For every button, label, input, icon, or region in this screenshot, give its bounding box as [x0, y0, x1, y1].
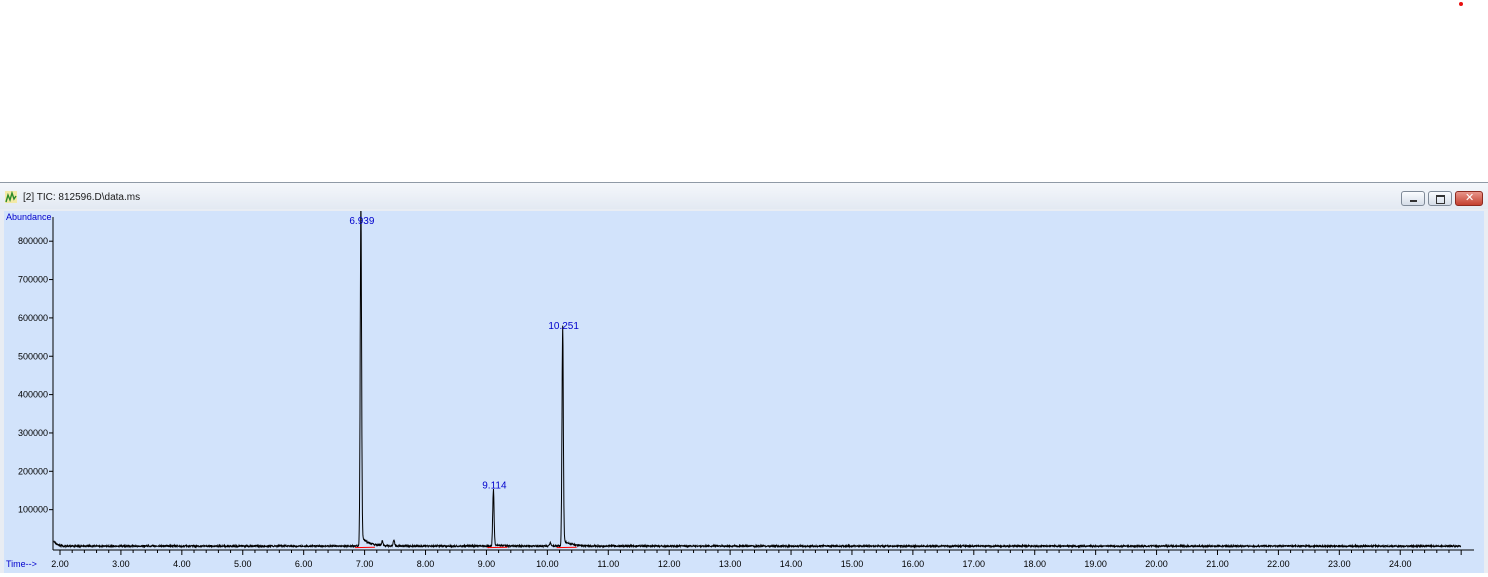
minimize-icon — [1410, 200, 1417, 202]
x-tick-label: 6.00 — [295, 559, 313, 569]
y-tick-label: 800000 — [18, 236, 48, 246]
x-tick-label: 2.00 — [51, 559, 69, 569]
peak-label: 10.251 — [548, 321, 579, 332]
y-tick-label: 400000 — [18, 390, 48, 400]
x-tick-label: 10.00 — [536, 559, 559, 569]
plot-area[interactable]: Abundance Time--> 100000 200000 300000 400000… — [4, 211, 1484, 573]
x-tick-label: 13.00 — [719, 559, 742, 569]
peak-label: 6.939 — [349, 216, 374, 227]
x-tick-label: 8.00 — [417, 559, 435, 569]
y-axis-label: Abundance — [6, 212, 52, 222]
close-icon: ✕ — [1465, 191, 1474, 204]
x-tick-label: 4.00 — [173, 559, 191, 569]
x-tick-label: 14.00 — [780, 559, 803, 569]
chromatogram-window: [2] TIC: 812596.D\data.ms ✕ Abundance Tim… — [0, 182, 1488, 573]
x-tick-label: 20.00 — [1145, 559, 1168, 569]
x-tick-label: 9.00 — [478, 559, 496, 569]
x-tick-label: 22.00 — [1267, 559, 1290, 569]
x-tick-label: 15.00 — [841, 559, 864, 569]
x-tick-label: 23.00 — [1328, 559, 1351, 569]
x-tick-label: 19.00 — [1084, 559, 1107, 569]
x-tick-label: 21.00 — [1206, 559, 1229, 569]
x-tick-label: 7.00 — [356, 559, 374, 569]
y-tick-label: 600000 — [18, 313, 48, 323]
red-dot-marker — [1459, 2, 1463, 6]
x-tick-label: 18.00 — [1023, 559, 1046, 569]
x-tick-label: 16.00 — [902, 559, 925, 569]
minimize-button[interactable] — [1401, 191, 1425, 206]
x-tick-label: 17.00 — [963, 559, 986, 569]
y-tick-label: 300000 — [18, 428, 48, 438]
peak-label: 9.114 — [482, 480, 507, 491]
y-tick-label: 700000 — [18, 275, 48, 285]
y-tick-label: 200000 — [18, 466, 48, 476]
x-tick-label: 12.00 — [658, 559, 681, 569]
x-tick-label: 5.00 — [234, 559, 252, 569]
close-button[interactable]: ✕ — [1455, 191, 1483, 206]
y-tick-label: 100000 — [18, 505, 48, 515]
chromatogram-app-icon — [5, 191, 17, 203]
window-titlebar[interactable]: [2] TIC: 812596.D\data.ms ✕ — [0, 183, 1488, 209]
maximize-icon — [1436, 195, 1445, 204]
tic-trace — [54, 211, 1461, 547]
x-tick-label: 3.00 — [112, 559, 130, 569]
x-tick-label: 11.00 — [597, 559, 619, 569]
x-axis-label: Time--> — [6, 559, 37, 569]
window-title: [2] TIC: 812596.D\data.ms — [23, 192, 140, 203]
y-tick-label: 500000 — [18, 351, 48, 361]
chromatogram-chart: Abundance Time--> 100000 200000 300000 400000… — [4, 211, 1484, 573]
maximize-button[interactable] — [1428, 191, 1452, 206]
x-tick-label: 24.00 — [1389, 559, 1412, 569]
